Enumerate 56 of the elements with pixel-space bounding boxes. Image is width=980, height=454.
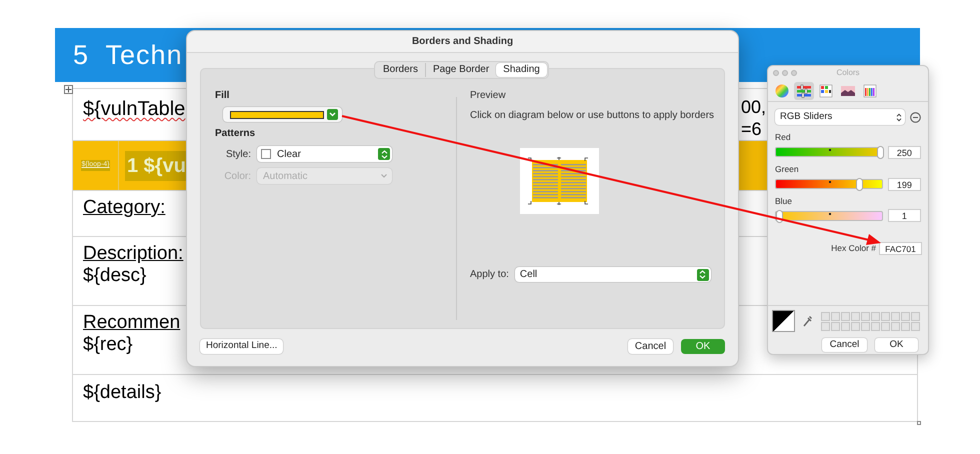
field-label: Apply to:	[470, 268, 510, 282]
chevron-icon	[380, 173, 388, 179]
field-label: Description:	[83, 243, 184, 265]
window-title: Borders and Shading	[412, 35, 514, 49]
field-label: Style:	[224, 148, 252, 162]
text-fragment: 00,	[741, 97, 766, 117]
window-title: Colors	[836, 67, 860, 79]
value-field[interactable]: 250	[888, 146, 921, 159]
swatch-grid[interactable]	[821, 312, 920, 331]
table-preview-drawing[interactable]	[520, 148, 599, 214]
slider-label: Blue	[775, 194, 794, 208]
style-dropdown[interactable]: Clear	[257, 146, 392, 162]
tab[interactable]: Shading	[496, 63, 547, 77]
section-label: Preview	[470, 89, 507, 103]
field-value: ${rec}	[83, 334, 133, 356]
slider-thumb[interactable]	[856, 178, 864, 191]
color-slider[interactable]	[775, 147, 883, 158]
section-label: Fill	[215, 89, 230, 103]
stepper-icon	[696, 268, 709, 280]
stepper-icon	[378, 148, 390, 160]
more-options-icon[interactable]	[910, 112, 921, 122]
chevron-icon	[327, 109, 338, 120]
fill-color-dropdown[interactable]	[223, 107, 342, 122]
current-color-well[interactable]	[772, 310, 795, 332]
field-label: Category:	[83, 197, 166, 219]
table-move-handle[interactable]	[64, 85, 73, 94]
template-text: ${vulnTable	[83, 98, 186, 120]
heading-text: 5 Techn	[73, 38, 183, 72]
hex-field[interactable]: FAC701	[879, 242, 922, 256]
hint-text: Click on diagram below or use buttons to apply borders	[470, 109, 716, 123]
slider-label: Green	[775, 162, 800, 176]
sliders-icon[interactable]	[794, 82, 814, 100]
stepper-icon	[896, 112, 902, 122]
value-field[interactable]: 1	[888, 209, 921, 222]
value-field[interactable]: 199	[888, 178, 921, 190]
apply-to-dropdown[interactable]: Cell	[514, 267, 711, 282]
cancel-button[interactable]: Cancel	[628, 339, 673, 354]
mode-dropdown[interactable]: RGB Sliders	[775, 109, 905, 125]
eyedropper-icon[interactable]	[803, 315, 813, 328]
cancel-button[interactable]: Cancel	[822, 338, 867, 352]
field-label: Recommen	[83, 312, 180, 334]
slider-thumb[interactable]	[876, 146, 884, 160]
text-fragment: =6	[741, 119, 762, 139]
title-field: 1 ${vu	[125, 150, 188, 180]
slider-label: Red	[775, 131, 792, 144]
template-text: ${details}	[83, 382, 162, 403]
tab[interactable]: Borders	[376, 63, 426, 77]
field-value: ${desc}	[83, 265, 146, 287]
ok-button[interactable]: OK	[875, 338, 918, 352]
color-slider[interactable]	[775, 179, 883, 189]
color-slider[interactable]	[775, 210, 883, 221]
horizontal-line-button[interactable]: Horizontal Line...	[200, 339, 284, 354]
resize-handle[interactable]	[917, 421, 921, 425]
pattern-swatch	[261, 149, 271, 159]
field-label: Hex Color #	[831, 242, 876, 256]
section-label: Patterns	[215, 127, 256, 141]
